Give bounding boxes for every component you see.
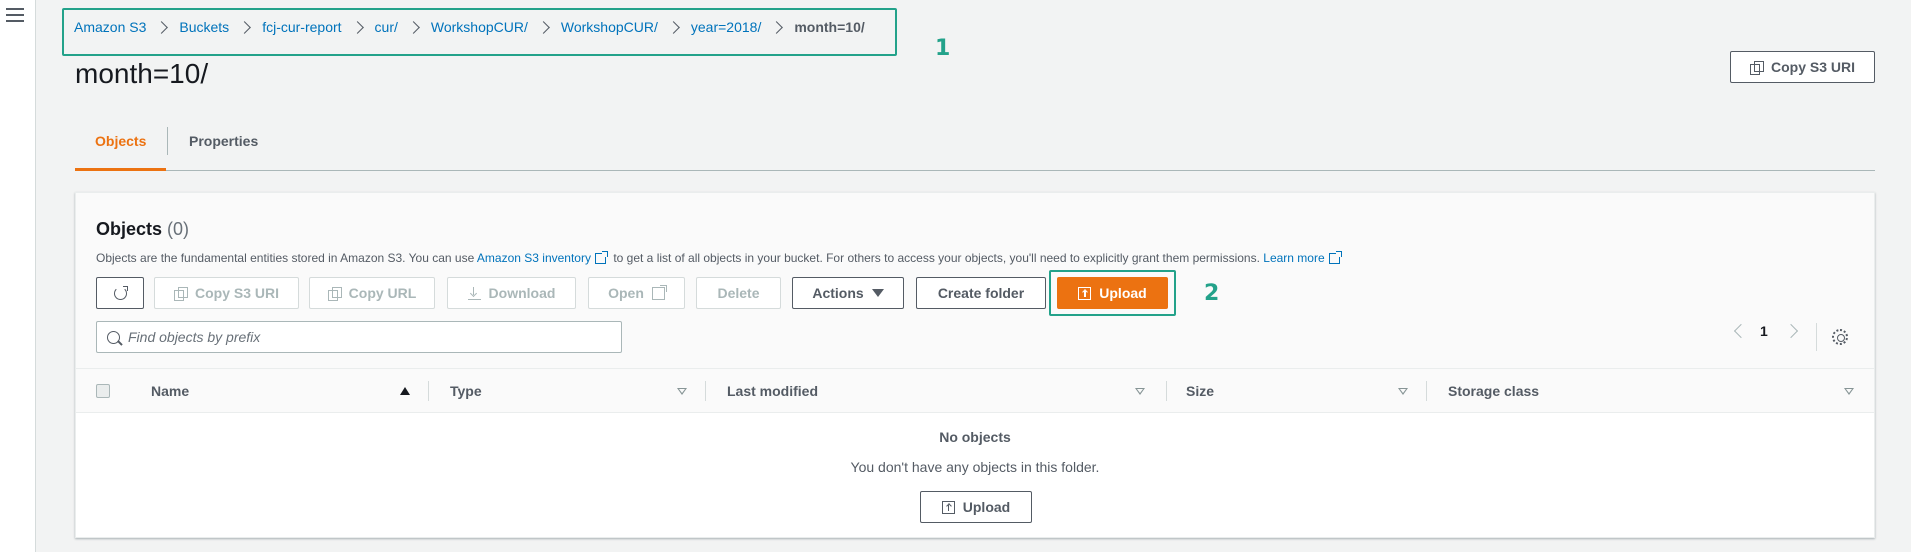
copy-s3-uri-label: Copy S3 URI: [1770, 59, 1855, 75]
chevron-right-icon: [770, 20, 784, 34]
delete-button-label: Delete: [717, 285, 760, 301]
chevron-right-icon: [667, 20, 680, 34]
column-header-type[interactable]: Type: [450, 369, 482, 413]
copy-url-button[interactable]: Copy URL: [309, 277, 435, 309]
refresh-button[interactable]: [96, 277, 144, 309]
chevron-right-icon: [350, 20, 364, 34]
actions-dropdown-label: Actions: [812, 285, 864, 301]
page-title: month=10/: [75, 58, 209, 89]
download-button-label: Download: [488, 285, 556, 301]
upload-button-label: Upload: [1099, 285, 1147, 301]
sort-icon[interactable]: [1844, 388, 1854, 395]
upload-icon: [941, 500, 955, 514]
refresh-icon: [113, 285, 128, 300]
create-folder-button-label: Create folder: [937, 285, 1025, 301]
copy-s3-uri-header-button[interactable]: Copy S3 URI: [1730, 51, 1875, 83]
breadcrumb-buckets[interactable]: Buckets: [179, 19, 229, 35]
breadcrumb-amazon-s3[interactable]: Amazon S3: [74, 19, 146, 35]
upload-icon: [1078, 286, 1092, 300]
sort-icon[interactable]: [677, 388, 687, 395]
column-header-storage-class[interactable]: Storage class: [1448, 369, 1539, 413]
sort-icon[interactable]: [1398, 388, 1408, 395]
column-header-name[interactable]: Name: [151, 369, 189, 413]
previous-page-icon[interactable]: [1733, 323, 1749, 339]
sort-icon[interactable]: [1135, 388, 1145, 395]
search-box: [96, 321, 622, 353]
objects-heading: Objects (0): [96, 219, 189, 240]
empty-state-upload-button[interactable]: Upload: [920, 491, 1032, 523]
breadcrumb-current: month=10/: [794, 19, 865, 35]
empty-state-upload-label: Upload: [962, 499, 1011, 515]
external-link-icon: [594, 251, 608, 264]
tab-properties[interactable]: Properties: [169, 123, 278, 171]
s3-inventory-link[interactable]: Amazon S3 inventory: [477, 251, 591, 265]
objects-description-text-2: to get a list of all objects in your buc…: [613, 251, 1260, 265]
copy-icon: [327, 286, 342, 301]
chevron-right-icon: [537, 20, 550, 34]
menu-icon[interactable]: [6, 8, 24, 22]
breadcrumb-cur[interactable]: cur/: [375, 19, 398, 35]
copy-icon: [173, 286, 188, 301]
empty-state-title: No objects: [939, 429, 1011, 445]
current-page-number[interactable]: 1: [1760, 323, 1768, 339]
column-divider: [1426, 381, 1427, 401]
next-page-icon[interactable]: [1783, 323, 1798, 339]
annotation-marker-2: 2: [1204, 281, 1220, 306]
download-icon: [467, 286, 481, 300]
column-header-last-modified[interactable]: Last modified: [727, 369, 818, 413]
open-button-label: Open: [608, 285, 644, 301]
objects-count: (0): [167, 219, 190, 239]
tab-divider: [167, 127, 168, 155]
objects-heading-label: Objects: [96, 219, 163, 239]
objects-description: Objects are the fundamental entities sto…: [96, 251, 1344, 265]
column-divider: [1166, 381, 1167, 401]
search-icon: [107, 330, 120, 344]
breadcrumb-bucket[interactable]: fcj-cur-report: [262, 19, 341, 35]
select-all-checkbox[interactable]: [96, 384, 110, 398]
create-folder-button[interactable]: Create folder: [916, 277, 1046, 309]
objects-panel: Objects (0) Objects are the fundamental …: [75, 192, 1875, 538]
copy-icon: [1749, 60, 1764, 75]
actions-dropdown[interactable]: Actions: [792, 277, 904, 309]
learn-more-link[interactable]: Learn more: [1263, 251, 1324, 265]
external-link-icon: [651, 284, 667, 300]
breadcrumb: Amazon S3 Buckets fcj-cur-report cur/ Wo…: [74, 19, 865, 35]
sort-ascending-icon[interactable]: [400, 387, 410, 395]
pagination: 1: [1733, 323, 1798, 339]
delete-button[interactable]: Delete: [696, 277, 781, 309]
column-divider: [428, 381, 429, 401]
download-button[interactable]: Download: [447, 277, 576, 309]
breadcrumb-workshopcur-1[interactable]: WorkshopCUR/: [431, 19, 528, 35]
s3-console-page: Amazon S3 Buckets fcj-cur-report cur/ Wo…: [0, 0, 1911, 552]
chevron-right-icon: [238, 20, 252, 34]
objects-description-text: Objects are the fundamental entities sto…: [96, 251, 475, 265]
copy-url-button-label: Copy URL: [348, 285, 417, 301]
external-link-icon: [1328, 251, 1342, 264]
copy-s3-uri-button[interactable]: Copy S3 URI: [154, 277, 299, 309]
tab-bar: Objects Properties: [75, 123, 1875, 171]
tab-objects[interactable]: Objects: [75, 123, 167, 171]
copy-s3-uri-button-label: Copy S3 URI: [194, 285, 279, 301]
breadcrumb-year[interactable]: year=2018/: [691, 19, 761, 35]
column-header-size[interactable]: Size: [1186, 369, 1214, 413]
breadcrumb-workshopcur-2[interactable]: WorkshopCUR/: [561, 19, 658, 35]
search-input[interactable]: [128, 329, 608, 345]
side-navigation-strip: [0, 0, 36, 552]
upload-button[interactable]: Upload: [1057, 277, 1168, 309]
toolbar-divider: [1816, 323, 1817, 351]
empty-state-description: You don't have any objects in this folde…: [850, 459, 1100, 475]
open-button[interactable]: Open: [588, 277, 685, 309]
caret-down-icon: [871, 289, 884, 297]
chevron-right-icon: [155, 20, 169, 34]
annotation-marker-1: 1: [935, 36, 951, 61]
gear-icon[interactable]: [1832, 329, 1848, 345]
objects-table-header: Name Type Last modified Size Storage cla…: [76, 369, 1874, 413]
chevron-right-icon: [407, 20, 420, 34]
column-divider: [705, 381, 706, 401]
